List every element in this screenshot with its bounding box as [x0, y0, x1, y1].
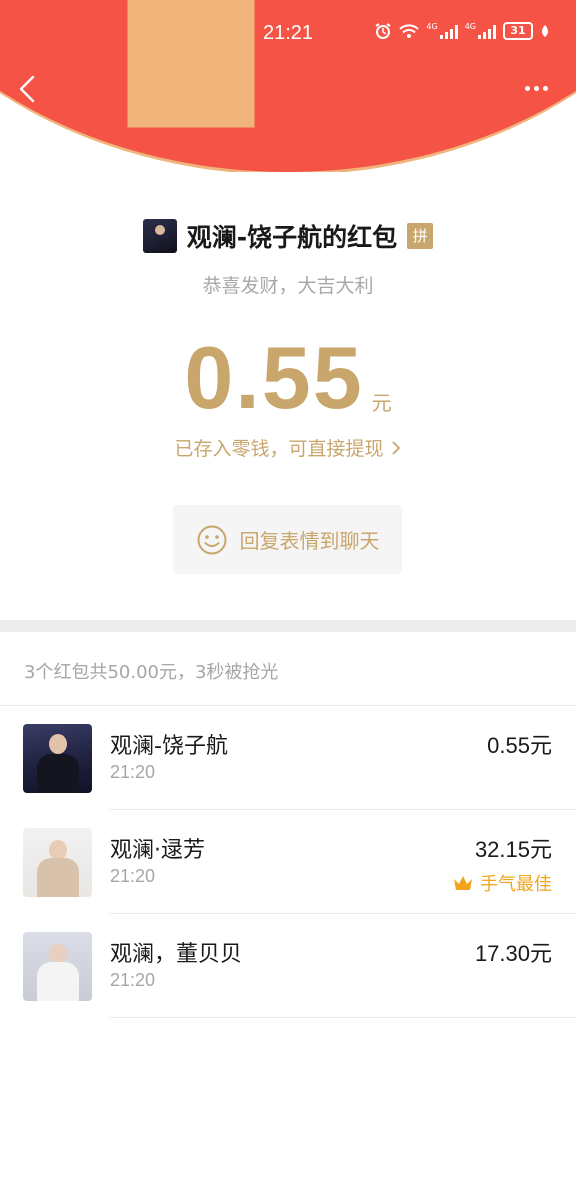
recipient-time: 21:20	[110, 970, 156, 990]
alarm-icon	[375, 23, 391, 39]
pin-badge: 拼	[407, 223, 434, 249]
avatar-head	[49, 840, 67, 860]
packet-title: 观澜-饶子航的红包	[186, 223, 398, 252]
avatar[interactable]	[23, 932, 92, 1001]
leaf-icon	[542, 25, 548, 37]
battery-icon: 31	[503, 22, 533, 40]
signal-icon-2: 4G	[465, 23, 496, 39]
more-button[interactable]	[520, 78, 552, 98]
greeting-text: 恭喜发财，大吉大利	[202, 275, 374, 297]
packet-summary: 3个红包共50.00元，3秒被抢光	[24, 662, 279, 683]
recipient-name: 观澜，董贝贝	[110, 942, 243, 967]
recipient-amount: 17.30元	[474, 941, 552, 966]
section-divider	[0, 620, 576, 632]
chevron-left-icon	[19, 75, 35, 103]
deposit-text: 已存入零钱，可直接提现	[174, 438, 384, 460]
recipient-name: 观澜·逯芳	[110, 838, 205, 863]
more-dots-icon	[524, 85, 530, 91]
amount-row: 0.55 元	[0, 328, 576, 428]
avatar-body	[37, 754, 79, 793]
best-luck-badge: 手气最佳	[452, 870, 552, 896]
recipient-name: 观澜-饶子航	[110, 734, 228, 759]
avatar[interactable]	[23, 724, 92, 793]
row-separator	[110, 1017, 576, 1018]
status-bar: 21:21 4G 4G 31	[0, 0, 576, 66]
recipient-time: 21:20	[110, 866, 156, 886]
signal-1-label: 4G	[426, 22, 438, 31]
packet-title-row: 观澜-饶子航的红包 拼	[0, 218, 576, 254]
recipient-amount: 0.55元	[487, 733, 552, 758]
crown-icon	[454, 876, 472, 890]
list-item[interactable]: 观澜-饶子航 21:20 0.55元	[0, 706, 576, 810]
recipient-amount: 32.15元	[474, 837, 552, 862]
status-icons: 4G 4G 31	[374, 22, 550, 40]
signal-icon-1: 4G	[426, 22, 458, 39]
sender-avatar[interactable]	[142, 219, 177, 253]
avatar-body	[37, 858, 79, 897]
avatar-body	[37, 962, 79, 1001]
signal-2-label: 4G	[464, 22, 476, 31]
smiley-icon	[197, 525, 226, 554]
amount-unit: 元	[371, 391, 392, 415]
list-item[interactable]: 观澜，董贝贝 21:20 17.30元	[0, 914, 576, 1018]
avatar-head	[49, 734, 67, 754]
chevron-right-icon	[391, 441, 400, 455]
best-luck-label: 手气最佳	[480, 874, 552, 895]
deposit-link[interactable]: 已存入零钱，可直接提现	[0, 434, 576, 461]
back-button[interactable]	[16, 74, 40, 104]
received-amount: 0.55	[184, 328, 364, 427]
avatar[interactable]	[23, 828, 92, 897]
list-item[interactable]: 观澜·逯芳 21:20 32.15元 手气最佳	[0, 810, 576, 914]
avatar-head	[49, 944, 67, 964]
wifi-icon	[399, 24, 420, 38]
recipient-time: 21:20	[110, 762, 156, 782]
reply-emoji-button[interactable]: 回复表情到聊天	[173, 505, 402, 574]
header-banner: 21:21 4G 4G 31	[0, 0, 576, 172]
reply-label: 回复表情到聊天	[239, 529, 380, 553]
